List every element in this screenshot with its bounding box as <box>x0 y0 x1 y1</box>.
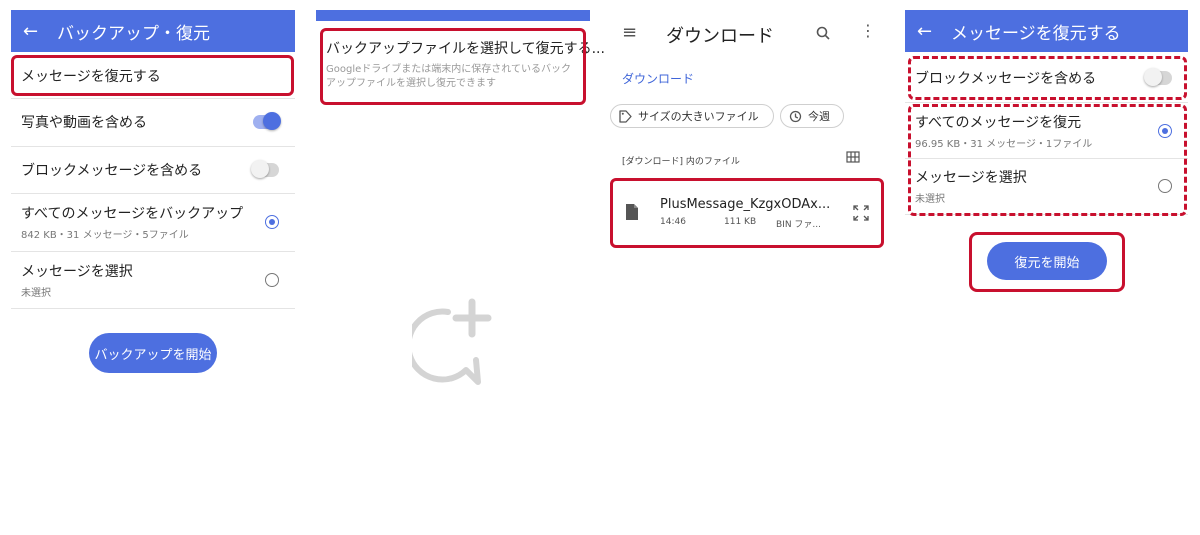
chip-this-week-label: 今週 <box>808 110 830 123</box>
chip-this-week[interactable]: 今週 <box>780 104 844 128</box>
include-blocked-item[interactable]: ブロックメッセージを含める <box>11 146 295 194</box>
select-messages-label: メッセージを選択 <box>915 170 1027 186</box>
select-messages-radio[interactable] <box>1158 179 1172 193</box>
menu-icon[interactable]: ≡ <box>622 22 637 43</box>
history-icon <box>789 110 802 122</box>
select-messages-item[interactable]: メッセージを選択 未選択 <box>11 251 295 309</box>
select-messages-item[interactable]: メッセージを選択 未選択 <box>905 158 1188 215</box>
file-picker-screen: ≡ ダウンロード ⋮ ダウンロード サイズの大きいファイル 今週 [ダウンロード… <box>610 10 885 430</box>
more-vert-icon[interactable]: ⋮ <box>860 23 876 39</box>
breadcrumb[interactable]: ダウンロード <box>622 70 694 87</box>
screen-title: メッセージを復元する <box>951 23 1121 44</box>
file-type: BIN ファ... <box>776 220 822 230</box>
select-backup-file-dialog: バックアップファイルを選択して復元する... Googleドライブまたは端末内に… <box>316 10 605 430</box>
search-icon[interactable] <box>816 26 830 40</box>
chat-plus-icon <box>412 298 492 385</box>
back-arrow-icon[interactable]: ← <box>917 21 937 42</box>
chip-large-files[interactable]: サイズの大きいファイル <box>610 104 774 128</box>
chip-large-files-label: サイズの大きいファイル <box>638 110 759 123</box>
screen-title: バックアップ・復元 <box>57 23 210 44</box>
restore-messages-screen: ← メッセージを復元する ブロックメッセージを含める すべてのメッセージを復元 … <box>905 10 1188 430</box>
restore-messages-item[interactable]: メッセージを復元する <box>11 54 295 99</box>
label-icon <box>619 109 632 123</box>
file-size: 111 KB <box>724 217 757 227</box>
app-bar: ← バックアップ・復元 <box>11 10 295 52</box>
picker-title: ダウンロード <box>666 26 774 47</box>
backup-all-radio[interactable] <box>265 215 279 229</box>
include-blocked-item[interactable]: ブロックメッセージを含める <box>905 54 1188 103</box>
include-blocked-switch[interactable] <box>1144 68 1172 86</box>
restore-all-sub: 96.95 KB・31 メッセージ・1ファイル <box>915 139 1093 150</box>
back-arrow-icon[interactable]: ← <box>23 21 43 42</box>
restore-messages-label: メッセージを復元する <box>21 69 161 85</box>
file-meta: 14:46 111 KB BIN ファ... <box>660 217 821 230</box>
include-blocked-switch[interactable] <box>251 159 279 178</box>
include-media-switch[interactable] <box>253 112 281 130</box>
include-blocked-label: ブロックメッセージを含める <box>915 71 1097 87</box>
include-media-item[interactable]: 写真や動画を含める <box>11 98 295 147</box>
restore-all-item[interactable]: すべてのメッセージを復元 96.95 KB・31 メッセージ・1ファイル <box>905 104 1188 159</box>
select-messages-sub: 未選択 <box>21 287 51 299</box>
dialog-title: バックアップファイルを選択して復元する... <box>326 41 605 57</box>
file-name: PlusMessage_KzgxODAx... <box>660 197 831 212</box>
app-bar: ← メッセージを復元する <box>905 10 1188 52</box>
backup-restore-screen: ← バックアップ・復元 メッセージを復元する 写真や動画を含める ブロックメッセ… <box>11 10 295 430</box>
dialog-description: Googleドライブまたは端末内に保存されているバックアップファイルを選択し復元… <box>326 64 571 89</box>
start-restore-button[interactable]: 復元を開始 <box>987 242 1107 280</box>
restore-all-label: すべてのメッセージを復元 <box>915 115 1082 131</box>
app-bar <box>316 10 590 21</box>
section-header: [ダウンロード] 内のファイル <box>622 157 740 167</box>
backup-all-label: すべてのメッセージをバックアップ <box>21 206 244 222</box>
file-icon <box>626 204 638 220</box>
select-messages-radio[interactable] <box>265 272 279 287</box>
file-item[interactable]: PlusMessage_KzgxODAx... 14:46 111 KB BIN… <box>616 182 880 244</box>
expand-icon[interactable] <box>852 204 870 222</box>
grid-view-icon[interactable] <box>846 151 860 163</box>
backup-all-sub: 842 KB・31 メッセージ・5ファイル <box>21 230 189 241</box>
file-time: 14:46 <box>660 217 686 227</box>
restore-all-radio[interactable] <box>1158 124 1172 138</box>
backup-all-item[interactable]: すべてのメッセージをバックアップ 842 KB・31 メッセージ・5ファイル <box>11 193 295 252</box>
include-blocked-label: ブロックメッセージを含める <box>21 162 203 179</box>
dialog-text[interactable]: バックアップファイルを選択して復元する... Googleドライブまたは端末内に… <box>326 38 605 91</box>
start-backup-button[interactable]: バックアップを開始 <box>89 333 217 373</box>
select-messages-sub: 未選択 <box>915 194 945 205</box>
select-messages-label: メッセージを選択 <box>21 263 133 280</box>
include-media-label: 写真や動画を含める <box>21 115 147 131</box>
